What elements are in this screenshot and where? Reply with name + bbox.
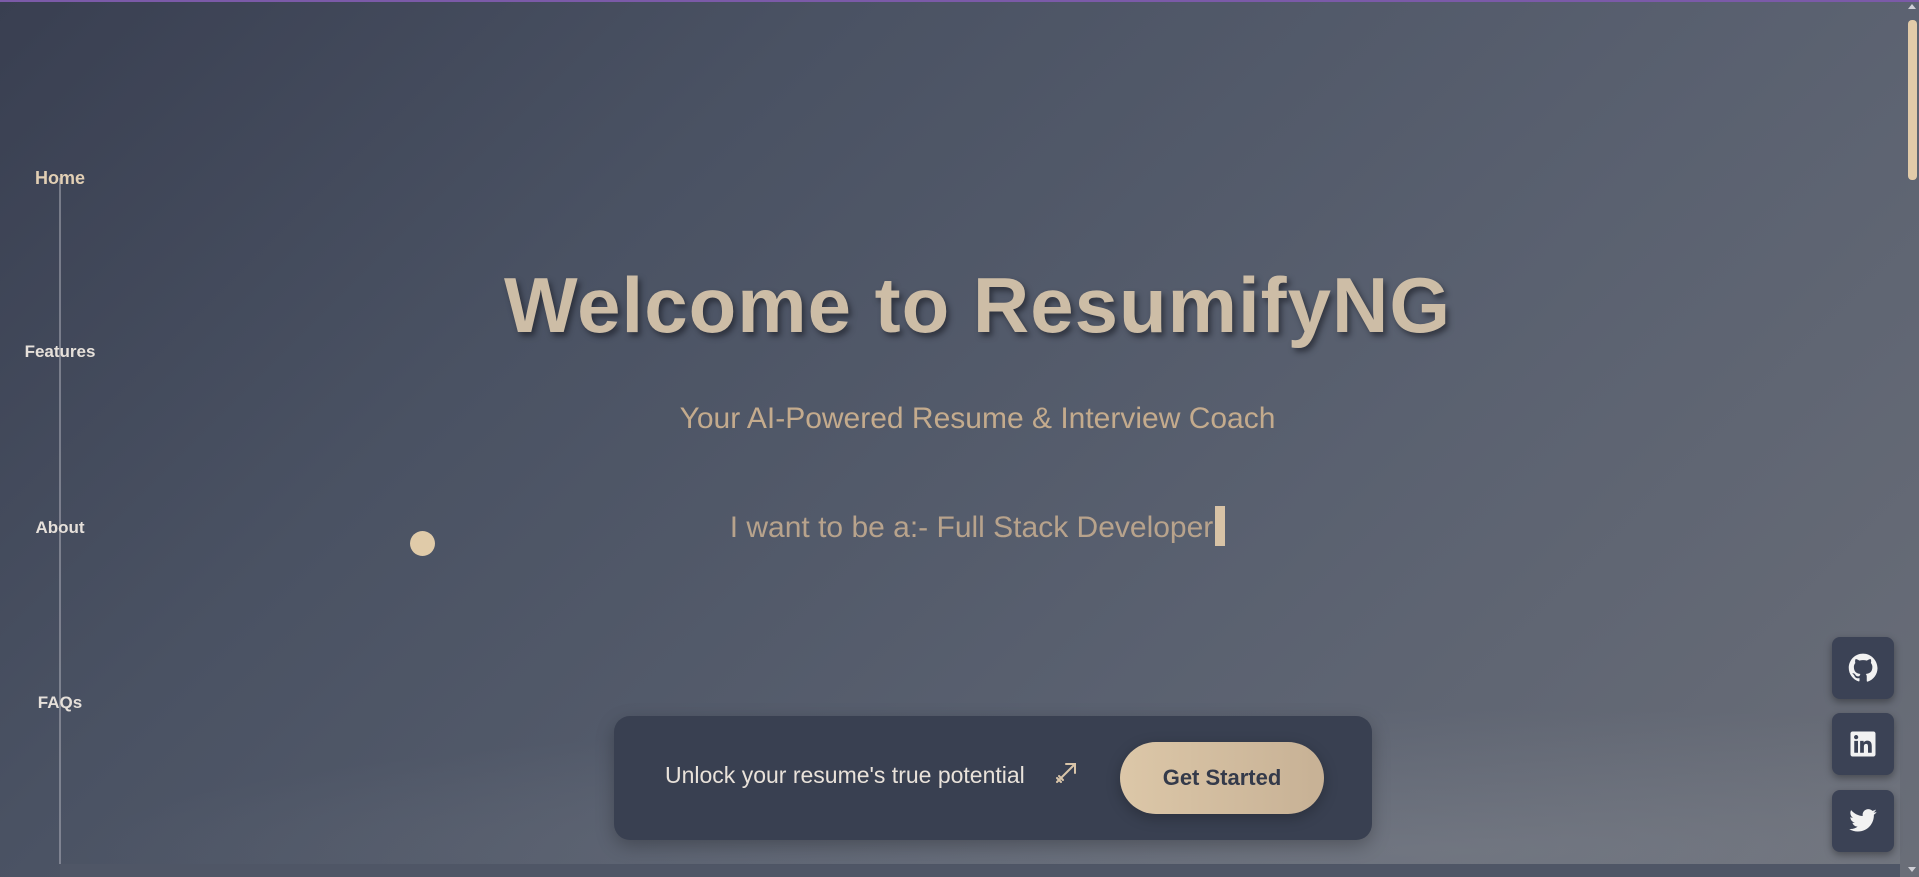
arrow-target-icon (1054, 759, 1080, 792)
nav-item-faqs[interactable]: FAQs (0, 693, 120, 713)
hero-subtitle: Your AI-Powered Resume & Interview Coach (679, 402, 1276, 435)
nav-item-home[interactable]: Home (0, 168, 120, 189)
cta-text: Unlock your resume's true potential (665, 762, 1025, 788)
decorative-dot (410, 531, 435, 556)
hero-title: Welcome to ResumifyNG (503, 261, 1452, 349)
typing-text: I want to be a:- Full Stack Developer (729, 511, 1214, 544)
scroll-thumb[interactable] (1908, 20, 1917, 180)
typing-cursor (1215, 506, 1226, 546)
scroll-down-icon[interactable] (1908, 867, 1916, 872)
top-accent-line (0, 0, 1919, 2)
cta-panel: Unlock your resume's true potential Get … (614, 716, 1372, 840)
bottom-band (60, 864, 1900, 877)
nav-item-features[interactable]: Features (0, 342, 120, 362)
nav-item-about[interactable]: About (0, 518, 120, 538)
side-navigation: Home Features About FAQs (0, 0, 120, 877)
twitter-link[interactable] (1832, 790, 1894, 852)
scroll-up-icon[interactable] (1908, 4, 1916, 9)
twitter-icon (1849, 809, 1877, 832)
get-started-button[interactable]: Get Started (1120, 742, 1324, 814)
linkedin-link[interactable] (1832, 713, 1894, 775)
github-icon (1848, 653, 1878, 682)
linkedin-icon (1850, 731, 1876, 757)
github-link[interactable] (1832, 637, 1894, 699)
page-scrollbar[interactable] (1905, 0, 1919, 877)
